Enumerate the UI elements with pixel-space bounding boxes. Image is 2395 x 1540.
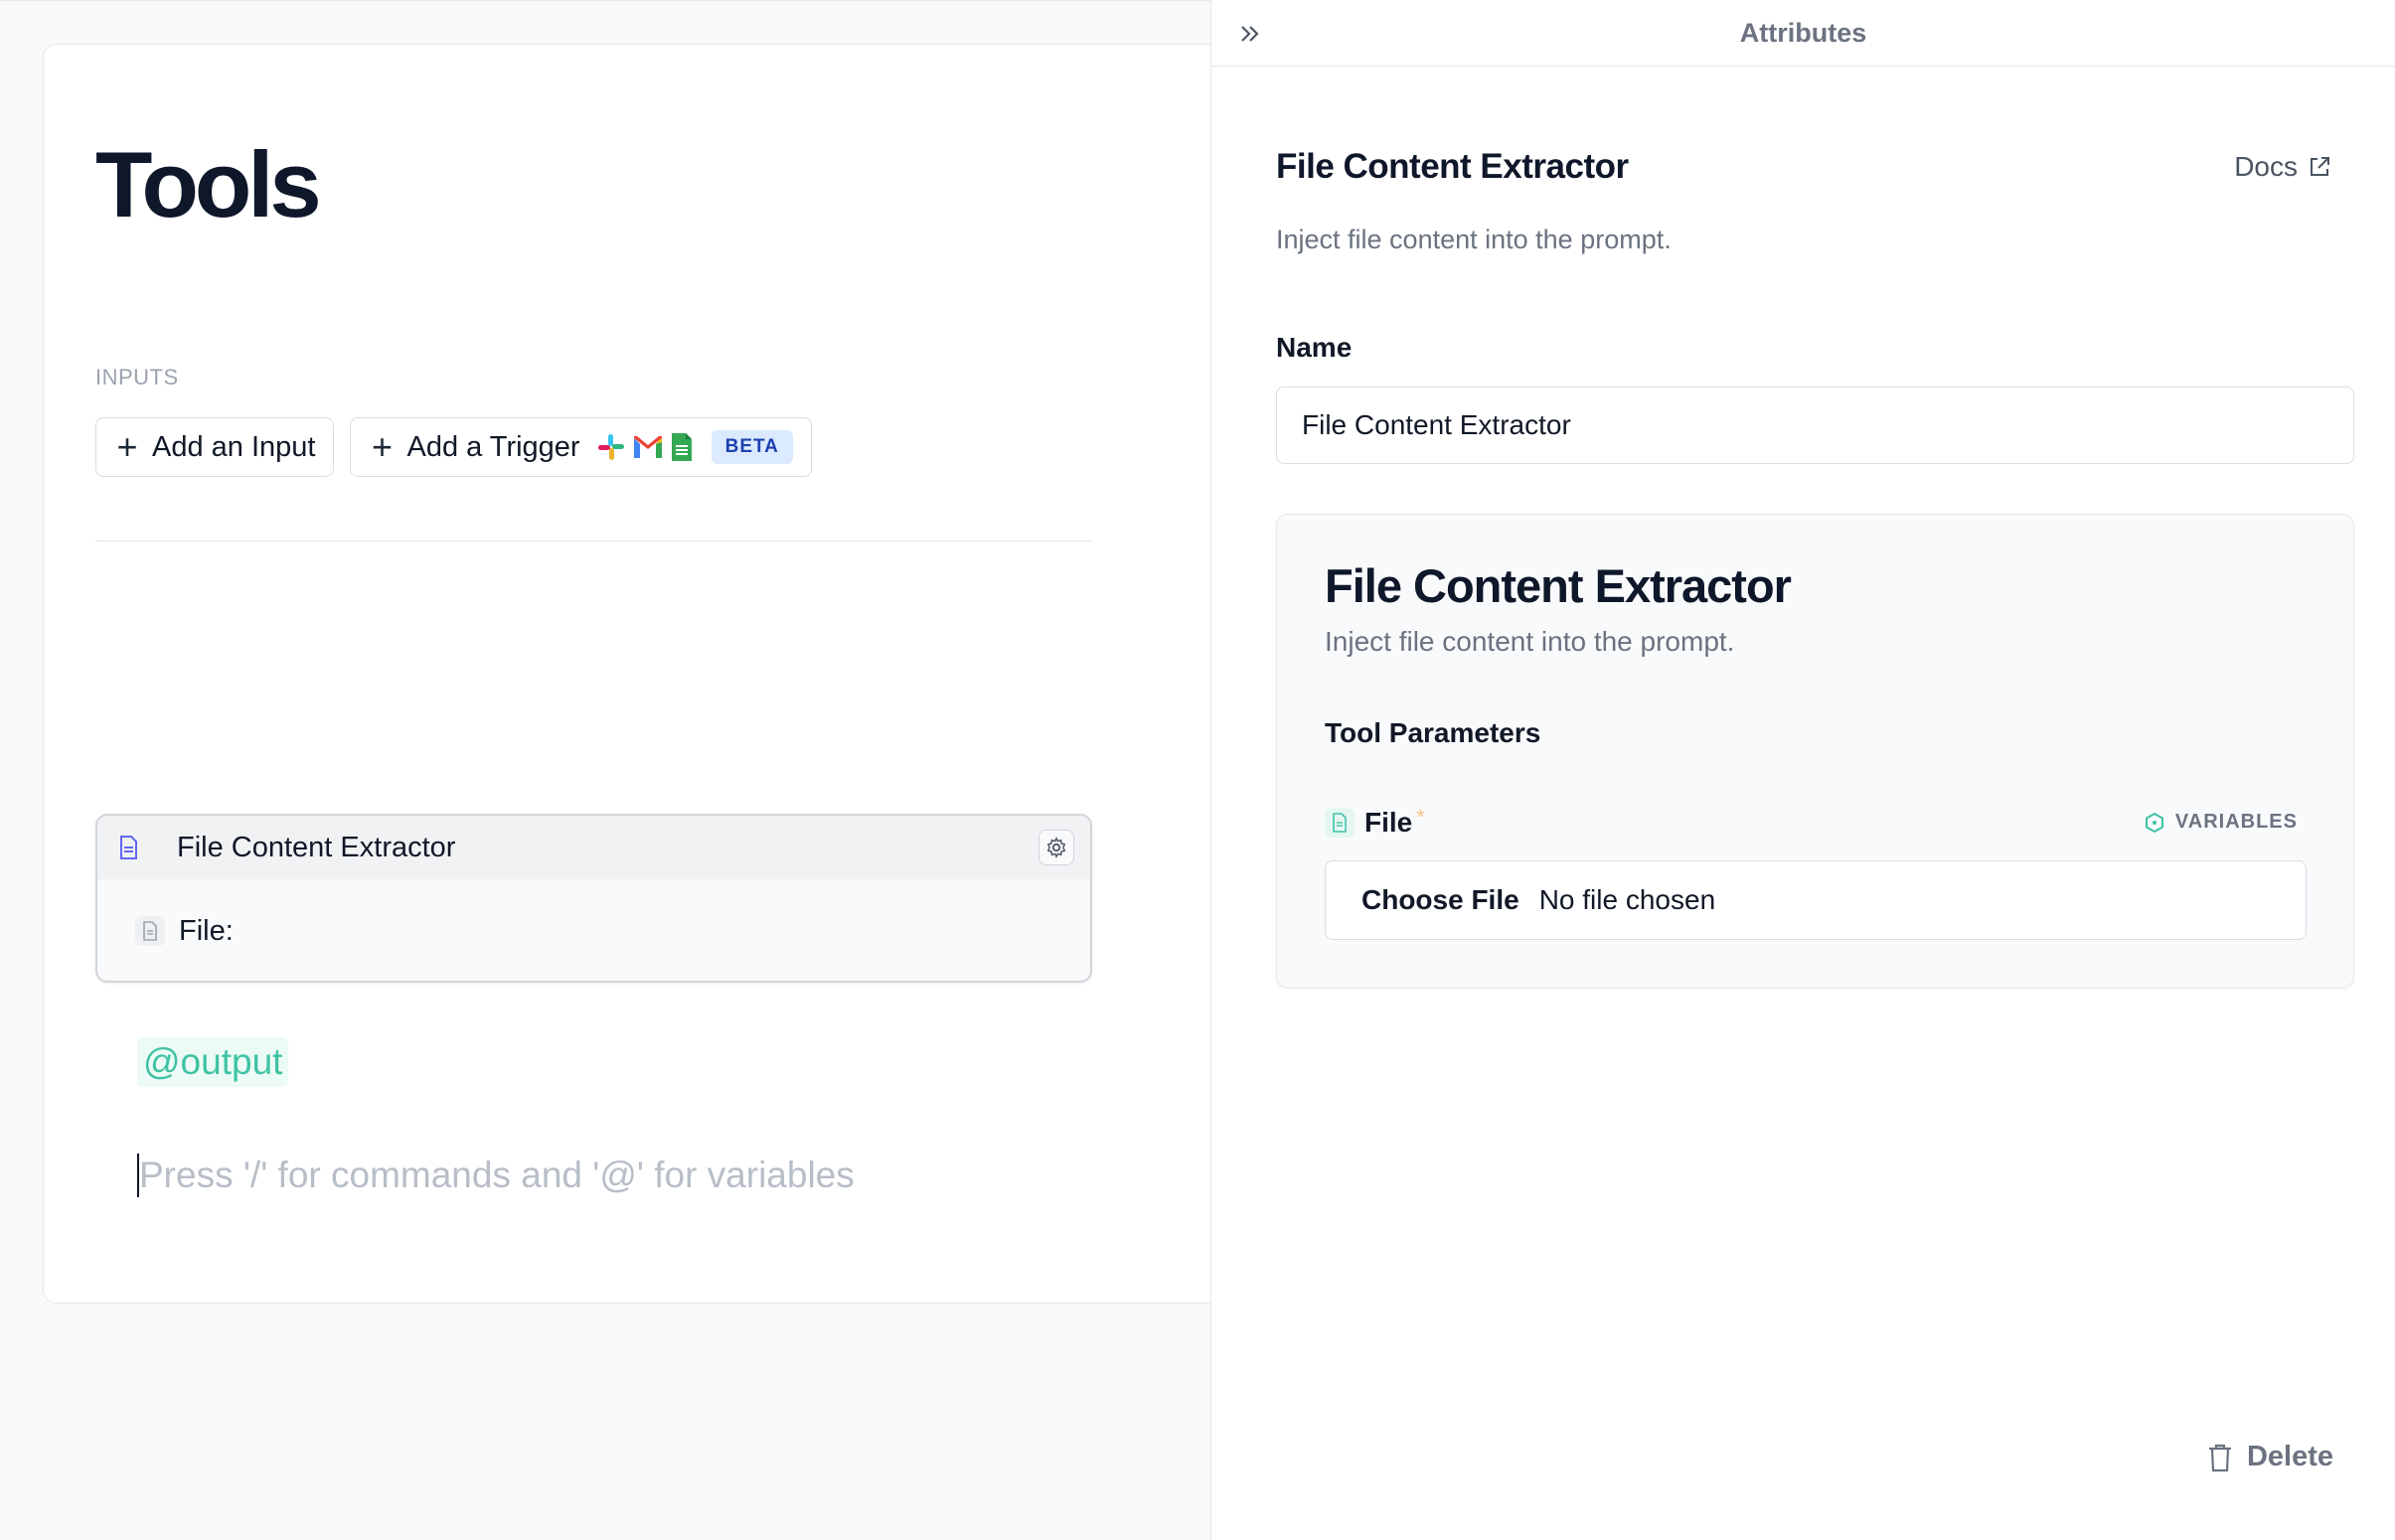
slack-icon [597, 434, 624, 460]
file-chooser[interactable]: Choose File No file chosen [1325, 860, 2307, 940]
google-sheets-icon [671, 433, 692, 461]
attribute-description: Inject file content into the prompt. [1276, 225, 1672, 254]
tool-param-row[interactable]: File: [97, 879, 1090, 981]
add-trigger-button[interactable]: + Add a Trigger BETA [350, 417, 812, 477]
name-field-label: Name [1276, 332, 1353, 363]
file-icon [135, 916, 165, 946]
panel-header: Attributes [1211, 0, 2395, 67]
delete-button[interactable]: Delete [2207, 1441, 2333, 1473]
attributes-panel: Attributes File Content Extractor Docs I… [1210, 0, 2395, 1540]
docs-label: Docs [2234, 151, 2298, 182]
tool-preview-card: File Content Extractor Inject file conte… [1276, 514, 2354, 989]
variables-label: VARIABLES [2174, 811, 2298, 833]
gmail-icon [633, 436, 662, 458]
preview-title: File Content Extractor [1325, 559, 1792, 612]
section-divider [95, 540, 1092, 541]
tool-block[interactable]: File Content Extractor File: [95, 814, 1092, 983]
tool-parameters-heading: Tool Parameters [1325, 717, 1541, 748]
panel-title: Attributes [1739, 17, 1867, 48]
plus-icon: + [371, 426, 393, 467]
page-title: Tools [95, 132, 322, 236]
beta-badge: BETA [711, 430, 793, 464]
document-icon [115, 836, 141, 859]
add-input-label: Add an Input [152, 430, 316, 463]
command-input[interactable]: Press '/' for commands and '@' for varia… [137, 1154, 1032, 1197]
output-variable-tag[interactable]: @output [137, 1037, 289, 1087]
tool-block-header[interactable]: File Content Extractor [97, 816, 1090, 879]
file-icon [1325, 808, 1355, 838]
collapse-panel-icon[interactable] [1239, 20, 1261, 52]
inputs-section-label: INPUTS [95, 365, 179, 389]
tool-block-name: File Content Extractor [177, 831, 456, 863]
editor-area: Tools INPUTS + Add an Input + Add a Trig… [0, 0, 1210, 1540]
trigger-logos [596, 432, 694, 462]
plus-icon: + [116, 426, 138, 467]
tool-settings-button[interactable] [1038, 830, 1074, 865]
add-input-button[interactable]: + Add an Input [95, 417, 335, 477]
required-marker: * [1416, 805, 1425, 830]
inputs-button-row: + Add an Input + Add a Trigger BETA [95, 417, 812, 477]
trash-icon [2208, 1444, 2231, 1471]
choose-file-button[interactable]: Choose File [1361, 884, 1519, 916]
delete-label: Delete [2246, 1441, 2333, 1472]
external-link-icon [2311, 157, 2329, 176]
file-status-text: No file chosen [1538, 884, 1716, 915]
file-param-label: File [1364, 807, 1413, 838]
name-field[interactable] [1276, 386, 2354, 464]
preview-description: Inject file content into the prompt. [1325, 626, 1735, 657]
variables-toggle[interactable]: VARIABLES [2144, 811, 2298, 834]
docs-link[interactable]: Docs [2234, 151, 2331, 183]
tool-param-label: File: [179, 914, 234, 947]
add-trigger-label: Add a Trigger [406, 430, 580, 463]
hexagon-icon [2145, 812, 2163, 833]
file-param-label-row: File * [1325, 805, 1425, 839]
gear-icon [1046, 837, 1066, 858]
attribute-tool-name: File Content Extractor [1276, 147, 1629, 186]
